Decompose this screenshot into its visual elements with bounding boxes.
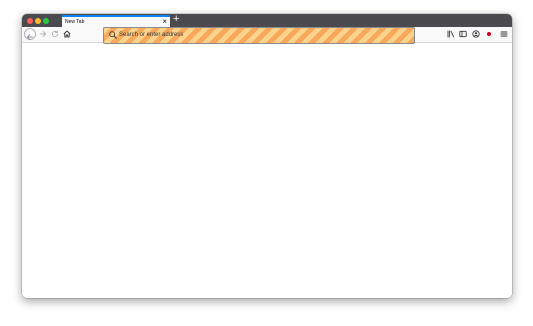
address-placeholder: Search or enter address	[119, 32, 184, 38]
minimize-window-button[interactable]	[35, 18, 41, 24]
back-arrow-icon	[26, 34, 33, 40]
close-tab-button[interactable]: ×	[162, 17, 167, 26]
menu-icon[interactable]	[499, 29, 509, 39]
new-tab-button[interactable]: +	[173, 14, 179, 26]
library-icon[interactable]	[446, 29, 456, 39]
search-icon	[109, 31, 117, 39]
account-icon[interactable]	[471, 29, 481, 39]
title-bar: New Tab × +	[22, 14, 512, 27]
page-content	[22, 44, 512, 298]
home-icon[interactable]	[62, 29, 72, 39]
back-button[interactable]	[24, 28, 36, 40]
tab-new-tab[interactable]: New Tab ×	[62, 15, 170, 27]
browser-window: New Tab × + Search or enter address	[22, 14, 512, 298]
nav-toolbar: Search or enter address	[22, 27, 512, 44]
extension-icon[interactable]	[484, 29, 494, 39]
zoom-window-button[interactable]	[43, 18, 49, 24]
reload-icon[interactable]	[50, 29, 60, 39]
tab-title: New Tab	[65, 19, 85, 25]
sidebar-icon[interactable]	[458, 29, 468, 39]
forward-arrow-icon[interactable]	[38, 29, 48, 39]
close-window-button[interactable]	[27, 18, 33, 24]
address-bar[interactable]: Search or enter address	[103, 27, 415, 44]
